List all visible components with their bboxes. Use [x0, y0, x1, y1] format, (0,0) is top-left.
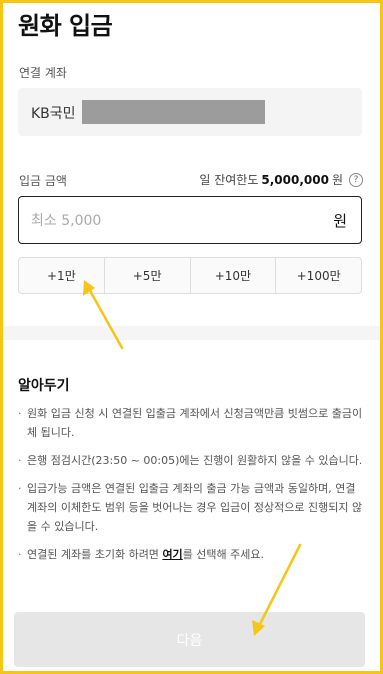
quick-add-100000-button[interactable]: +10만 — [191, 258, 277, 293]
deposit-amount-input[interactable] — [31, 209, 311, 233]
notice-reset-text-before: 연결된 계좌를 초기화 하려면 — [27, 548, 163, 561]
linked-account-label: 연결 계좌 — [19, 66, 67, 80]
daily-limit-value: 5,000,000 — [261, 172, 329, 187]
notice-reset-text-after: 를 선택해 주세요. — [182, 548, 265, 561]
daily-limit: 일 잔여한도 5,000,000 원 ? — [199, 171, 363, 188]
notice-item: 은행 점검시간(23:50 ~ 00:05)에는 진행이 원활하지 않을 수 있… — [18, 451, 368, 470]
quick-add-1000000-button[interactable]: +100만 — [276, 258, 361, 293]
quick-add-50000-button[interactable]: +5만 — [105, 258, 191, 293]
section-divider — [3, 326, 380, 340]
next-button[interactable]: 다음 — [14, 612, 365, 667]
deposit-amount-field[interactable]: 원 — [18, 196, 362, 244]
page-title: 원화 입금 — [18, 12, 113, 40]
reset-account-link[interactable]: 여기 — [162, 548, 182, 561]
help-icon[interactable]: ? — [349, 172, 363, 187]
notice-item: 원화 입금 신청 시 연결된 입출금 계좌에서 신청금액만큼 빗썸으로 출금이체… — [18, 404, 368, 442]
quick-amount-buttons: +1만 +5만 +10만 +100만 — [18, 257, 362, 294]
notice-list: 원화 입금 신청 시 연결된 입출금 계좌에서 신청금액만큼 빗썸으로 출금이체… — [18, 404, 368, 573]
daily-limit-unit: 원 — [331, 173, 343, 187]
account-bank-name: KB국민 — [31, 106, 76, 122]
linked-account-field: KB국민 — [18, 88, 362, 136]
quick-add-10000-button[interactable]: +1만 — [19, 258, 105, 293]
amount-unit: 원 — [333, 212, 347, 230]
notice-item-reset-account: 연결된 계좌를 초기화 하려면 여기를 선택해 주세요. — [18, 545, 368, 564]
deposit-amount-label: 입금 금액 — [19, 174, 67, 188]
notice-item: 입금가능 금액은 연결된 입출금 계좌의 출금 가능 금액과 동일하며, 연결 … — [18, 479, 368, 536]
notice-title: 알아두기 — [18, 378, 70, 394]
account-number-mask — [82, 100, 265, 124]
daily-limit-prefix: 일 잔여한도 — [199, 173, 259, 187]
